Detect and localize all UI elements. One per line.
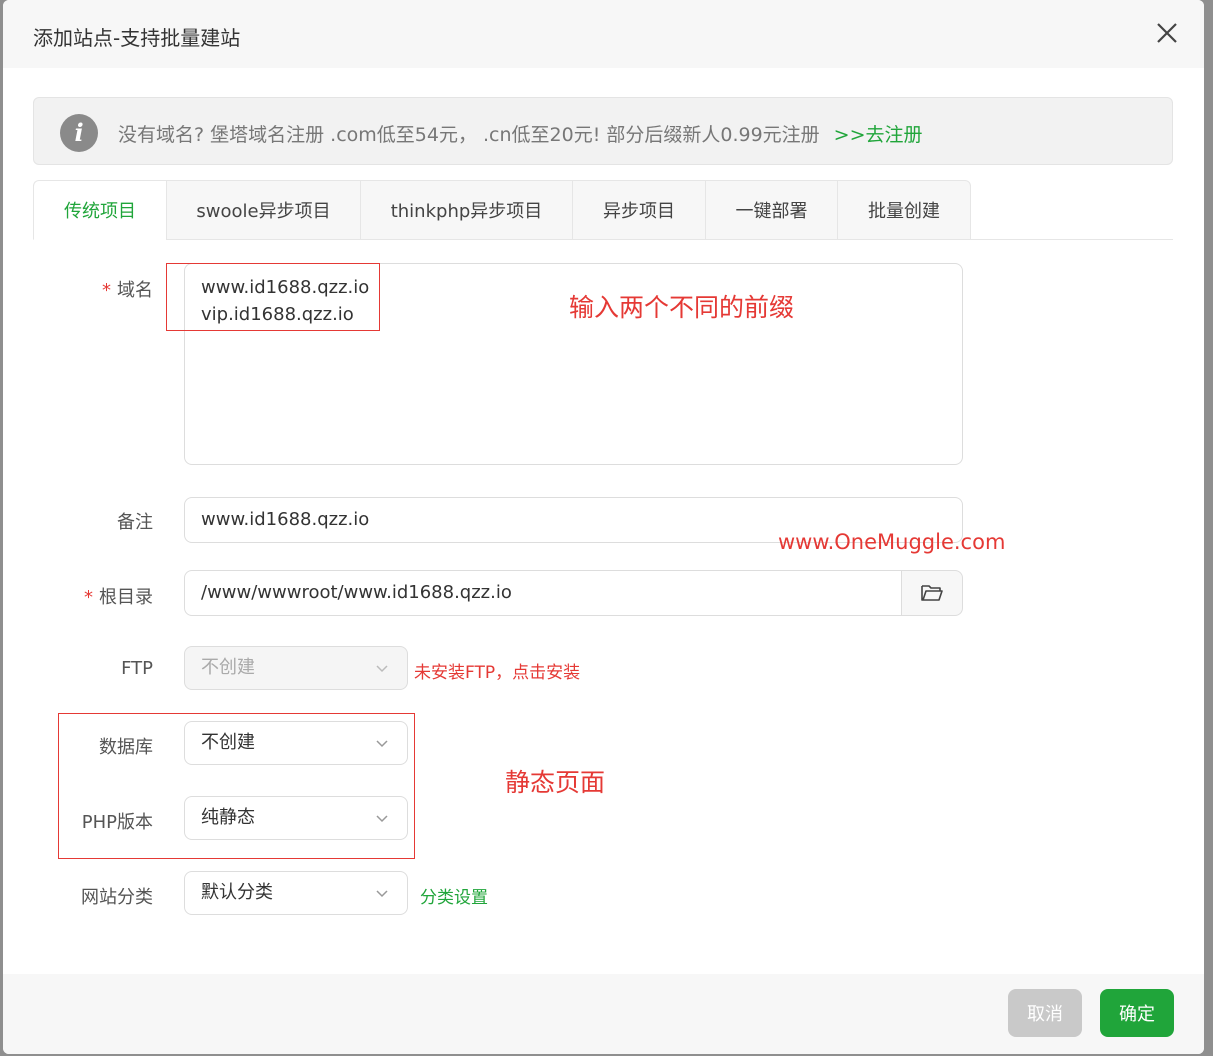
cancel-button[interactable]: 取消	[1008, 989, 1082, 1037]
close-icon[interactable]	[1154, 20, 1180, 46]
tab-thinkphp[interactable]: thinkphp异步项目	[360, 180, 572, 240]
tab-traditional[interactable]: 传统项目	[33, 180, 166, 240]
root-label: * 根目录	[13, 583, 153, 609]
tab-one-click-deploy[interactable]: 一键部署	[705, 180, 837, 240]
browse-folder-button[interactable]	[901, 570, 963, 616]
install-ftp-link[interactable]: 未安装FTP，点击安装	[414, 658, 580, 683]
category-select[interactable]: 默认分类	[184, 871, 408, 915]
domain-notice: i 没有域名? 堡塔域名注册 .com低至54元， .cn低至20元! 部分后缀…	[33, 97, 1173, 165]
notice-text: 没有域名? 堡塔域名注册 .com低至54元， .cn低至20元! 部分后缀新人…	[118, 120, 923, 147]
ftp-select-value: 不创建	[201, 657, 255, 678]
confirm-button[interactable]: 确定	[1100, 989, 1174, 1037]
ftp-select[interactable]: 不创建	[184, 646, 408, 690]
ftp-label: FTP	[121, 658, 153, 679]
remark-label: 备注	[117, 512, 153, 533]
root-path-input[interactable]: /www/wwwroot/www.id1688.qzz.io	[184, 570, 902, 616]
tab-batch-create[interactable]: 批量创建	[837, 180, 971, 240]
watermark: www.OneMuggle.com	[778, 530, 1006, 554]
chevron-down-icon	[376, 665, 388, 673]
chevron-down-icon	[376, 890, 388, 898]
category-settings-link[interactable]: 分类设置	[420, 883, 488, 908]
notice-message: 没有域名? 堡塔域名注册 .com低至54元， .cn低至20元! 部分后缀新人…	[118, 124, 820, 146]
tab-async[interactable]: 异步项目	[572, 180, 705, 240]
domain-label: * 域名	[13, 276, 153, 302]
domain-label-text: 域名	[117, 280, 153, 301]
register-link[interactable]: >>去注册	[834, 124, 923, 146]
domain-annotation: 输入两个不同的前缀	[569, 293, 795, 322]
static-annotation: 静态页面	[505, 768, 606, 797]
static-highlight-box	[58, 713, 415, 859]
tab-swoole[interactable]: swoole异步项目	[166, 180, 360, 240]
dialog-header: 添加站点-支持批量建站	[3, 0, 1204, 68]
add-site-dialog: 添加站点-支持批量建站 i 没有域名? 堡塔域名注册 .com低至54元， .c…	[3, 0, 1204, 1054]
folder-icon	[921, 585, 943, 601]
project-tabs: 传统项目 swoole异步项目 thinkphp异步项目 异步项目 一键部署 批…	[33, 180, 1173, 240]
category-label: 网站分类	[81, 887, 153, 908]
required-mark: *	[102, 280, 111, 301]
domain-highlight-box	[166, 263, 380, 331]
dialog-title: 添加站点-支持批量建站	[33, 26, 241, 50]
root-label-text: 根目录	[99, 587, 153, 608]
info-icon: i	[60, 114, 98, 152]
category-select-value: 默认分类	[201, 882, 273, 903]
dialog-footer: 取消 确定	[3, 974, 1204, 1054]
required-mark: *	[84, 587, 93, 608]
